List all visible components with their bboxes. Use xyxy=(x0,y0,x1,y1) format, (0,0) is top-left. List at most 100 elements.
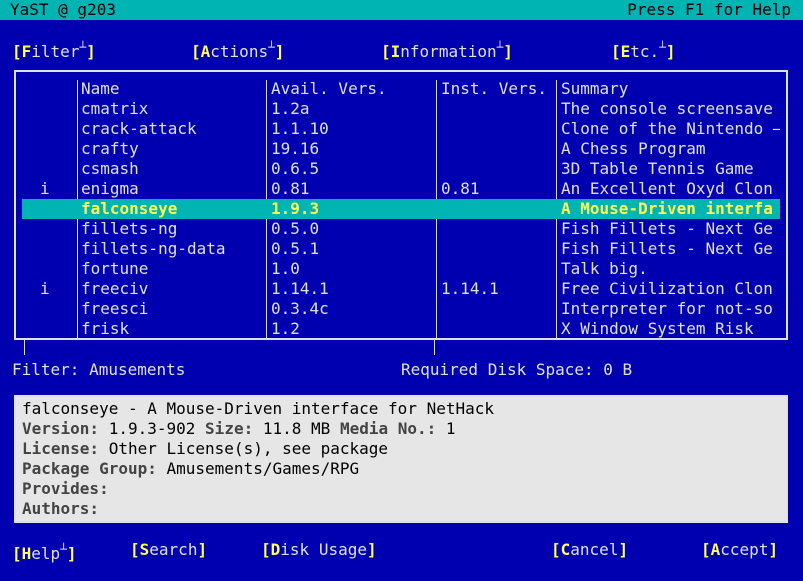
hotkey: S xyxy=(139,540,150,559)
menu-actions[interactable]: [Actions┴] xyxy=(191,38,284,62)
cell-avail: 1.0 xyxy=(271,259,300,278)
cell-summary: Interpreter for not-so xyxy=(561,299,773,318)
cell-summary: An Excellent Oxyd Clon xyxy=(561,179,773,198)
cell-name: csmash xyxy=(81,159,139,178)
cell-avail: 0.5.0 xyxy=(271,219,320,238)
cell-avail: 0.3.4c xyxy=(271,299,329,318)
disk-space-status: Required Disk Space: 0 B xyxy=(401,360,633,379)
cell-inst: 0.81 xyxy=(441,179,480,198)
provides-label: Provides: xyxy=(22,479,109,498)
cell-summary: A Mouse-Driven interfa xyxy=(561,199,773,218)
accept-button[interactable]: [Accept] xyxy=(701,540,778,560)
cell-summary: Free Civilization Clon xyxy=(561,279,773,298)
header-installed-version[interactable]: Inst. Vers. xyxy=(441,79,556,99)
cell-name: fortune xyxy=(81,259,149,278)
menu-etc[interactable]: [Etc.┴] xyxy=(611,38,675,62)
cell-name: fillets-ng-data xyxy=(81,239,226,258)
group-value: Amusements/Games/RPG xyxy=(166,459,360,478)
size-value: 11.8 MB xyxy=(262,419,331,438)
table-row[interactable]: i freeciv 1.14.1 1.14.1 Free Civilization Cl… xyxy=(22,279,780,299)
cell-summary: The console screensave xyxy=(561,99,773,118)
table-row[interactable]: freesci 0.3.4c Interpreter for not-so xyxy=(22,299,780,319)
media-value: 1 xyxy=(445,419,456,438)
table-row[interactable]: frisk 1.2 X Window System Risk xyxy=(22,319,780,339)
cell-summary: Clone of the Nintendo – xyxy=(561,119,780,138)
group-line: Package Group: Amusements/Games/RPG xyxy=(22,459,359,479)
button-label: ancel xyxy=(570,540,619,559)
header-avail-version[interactable]: Avail. Vers. xyxy=(271,79,431,99)
cell-name: crack-attack xyxy=(81,119,197,138)
package-heading: falconseye - A Mouse-Driven interface fo… xyxy=(22,399,495,418)
cancel-button[interactable]: [Cancel] xyxy=(551,540,628,560)
header-summary[interactable]: Summary xyxy=(561,79,780,99)
window-title: YaST @ g203 xyxy=(10,0,116,19)
button-label: ccept xyxy=(720,540,769,559)
cell-summary: 3D Table Tennis Game xyxy=(561,159,754,178)
cell-summary: Talk big. xyxy=(561,259,648,278)
media-label: Media No.: xyxy=(339,419,437,438)
table-row[interactable]: crafty 19.16 A Chess Program xyxy=(22,139,780,159)
authors-line: Authors: xyxy=(22,499,109,519)
cell-avail: 1.1.10 xyxy=(271,119,329,138)
table-row[interactable]: crack-attack 1.1.10 Clone of the Nintendo … xyxy=(22,119,780,139)
menu-label: nformation xyxy=(400,42,497,61)
hotkey: H xyxy=(21,544,32,563)
header-name[interactable]: Name xyxy=(81,79,261,99)
cell-summary: Fish Fillets - Next Ge xyxy=(561,219,773,238)
table-row[interactable]: falconseye 1.9.3 A Mouse-Driven interfa xyxy=(22,199,780,219)
table-row[interactable]: i enigma 0.81 0.81 An Excellent Oxyd Clon xyxy=(22,179,780,199)
group-label: Package Group: xyxy=(22,459,157,478)
table-row[interactable]: csmash 0.6.5 3D Table Tennis Game xyxy=(22,159,780,179)
cell-avail: 0.6.5 xyxy=(271,159,320,178)
button-label: isk Usage xyxy=(280,540,367,559)
hotkey: A xyxy=(200,42,211,61)
cell-name: falconseye xyxy=(81,199,178,218)
cell-name: enigma xyxy=(81,179,139,198)
provides-line: Provides: xyxy=(22,479,118,499)
menu-label: tc. xyxy=(630,42,660,61)
table-row[interactable]: fillets-ng 0.5.0 Fish Fillets - Next Ge xyxy=(22,219,780,239)
menu-filter[interactable]: [Filter┴] xyxy=(12,38,96,62)
title-bar: YaST @ g203 Press F1 for Help xyxy=(0,0,803,20)
cell-summary: Fish Fillets - Next Ge xyxy=(561,239,773,258)
scroll-mid-marker xyxy=(434,339,435,355)
cell-name: freeciv xyxy=(81,279,149,298)
search-button[interactable]: [Search] xyxy=(130,540,207,560)
submenu-icon: ┴ xyxy=(659,41,666,54)
help-hint: Press F1 for Help xyxy=(627,0,791,19)
size-label: Size: xyxy=(205,419,254,438)
hotkey: A xyxy=(710,540,721,559)
cell-summary: X Window System Risk xyxy=(561,319,754,338)
help-button[interactable]: [Help┴] xyxy=(12,540,76,564)
table-row[interactable]: fillets-ng-data 0.5.1 Fish Fillets - Next … xyxy=(22,239,780,259)
cell-name: fillets-ng xyxy=(81,219,178,238)
hotkey: E xyxy=(620,42,631,61)
cell-avail: 1.2a xyxy=(271,99,310,118)
menu-information[interactable]: [Information┴] xyxy=(381,38,513,62)
hotkey: F xyxy=(21,42,32,61)
table-row[interactable]: cmatrix 1.2a The console screensave xyxy=(22,99,780,119)
button-label: elp xyxy=(31,544,61,563)
cell-inst: 1.14.1 xyxy=(441,279,499,298)
cell-avail: 1.14.1 xyxy=(271,279,329,298)
version-line: Version: 1.9.3-902 Size: 11.8 MB Media N… xyxy=(22,419,456,439)
cell-avail: 0.81 xyxy=(271,179,310,198)
hotkey: D xyxy=(270,540,281,559)
table-row[interactable]: fortune 1.0 Talk big. xyxy=(22,259,780,279)
table-header: Name Avail. Vers. Inst. Vers. Summary xyxy=(22,79,780,99)
hotkey: C xyxy=(560,540,571,559)
scroll-left-marker xyxy=(24,339,25,355)
version-label: Version: xyxy=(22,419,100,438)
hotkey: I xyxy=(390,42,401,61)
submenu-icon: ┴ xyxy=(60,543,67,556)
disk-usage-button[interactable]: [Disk Usage] xyxy=(261,540,377,560)
cell-status: i xyxy=(40,179,50,198)
cell-name: crafty xyxy=(81,139,139,158)
cell-avail: 19.16 xyxy=(271,139,320,158)
license-label: License: xyxy=(22,439,100,458)
cell-name: frisk xyxy=(81,319,130,338)
cell-summary: A Chess Program xyxy=(561,139,706,158)
license-line: License: Other License(s), see package xyxy=(22,439,388,459)
submenu-icon: ┴ xyxy=(268,41,275,54)
version-value: 1.9.3-902 xyxy=(108,419,196,438)
